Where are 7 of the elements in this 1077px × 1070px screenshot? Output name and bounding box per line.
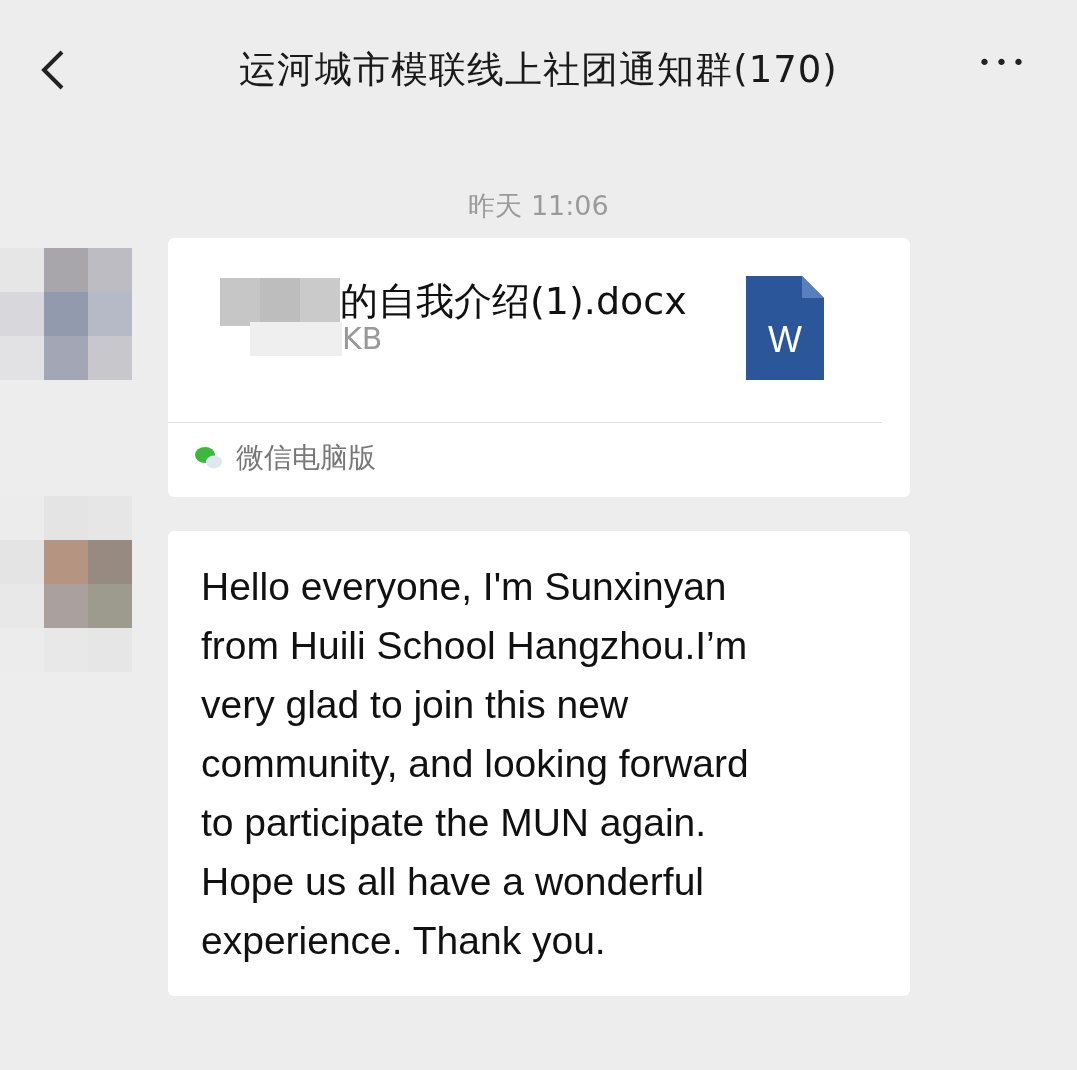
more-button[interactable]: ••• xyxy=(978,50,1029,75)
wechat-icon xyxy=(194,445,224,471)
chat-title: 运河城市模联线上社团通知群(170) xyxy=(239,47,838,93)
source-label: 微信电脑版 xyxy=(236,440,376,476)
message-bubble: Hello everyone, I'm Sunxinyan from Huili School Hangzhou.I’m very glad to join this new community, and looking forward to participate the MUN again. Hope us all have a wonderful experience. Thank you. xyxy=(168,531,910,996)
timestamp: 昨天 11:06 xyxy=(468,189,609,223)
file-message[interactable]: 的自我介绍(1).docx KB W 微信电脑版 xyxy=(168,238,910,497)
